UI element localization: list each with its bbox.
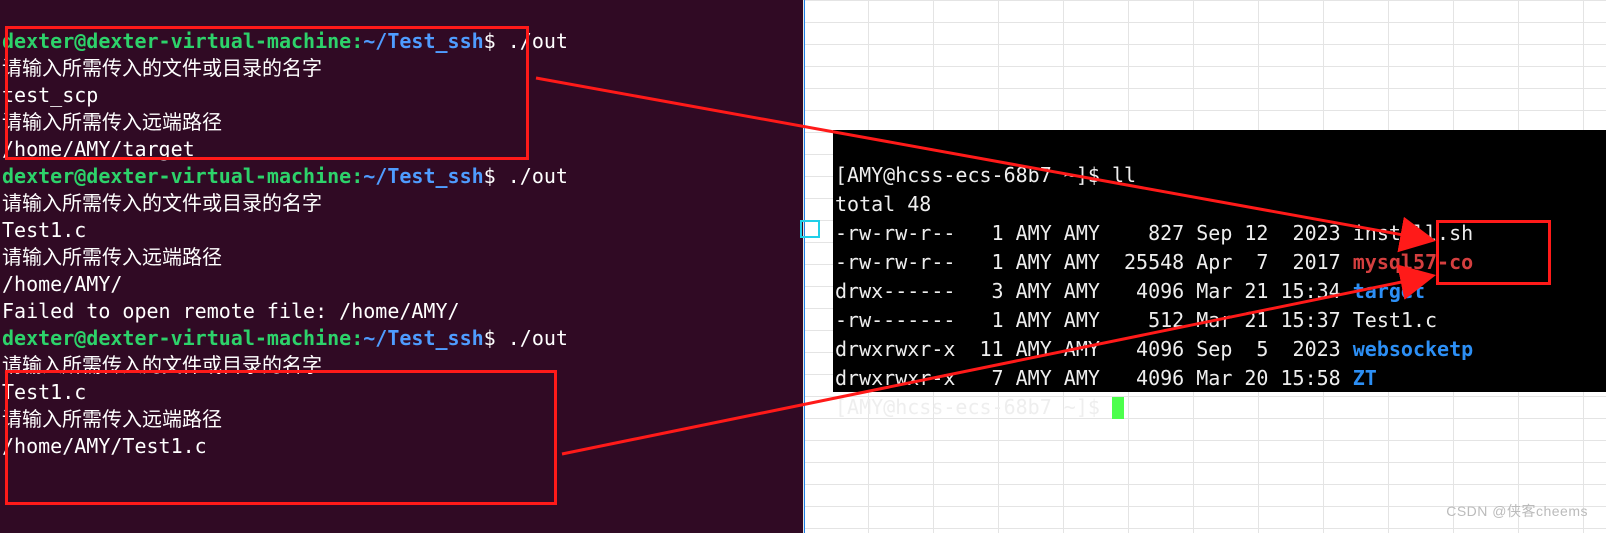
- prompt-user: dexter@dexter-virtual-machine: [2, 326, 351, 350]
- prompt-sep: :: [351, 164, 363, 188]
- ask-path-2: 请输入所需传入远端路径: [2, 245, 222, 269]
- ls-rows: -rw-rw-r-- 1 AMY AMY 827 Sep 12 2023 ins…: [835, 221, 1473, 390]
- file-dir: target: [1353, 279, 1425, 303]
- total-line: total 48: [835, 192, 931, 216]
- cursor-block: [1112, 397, 1124, 419]
- cmd-ll: ll: [1112, 163, 1136, 187]
- annotation-box-3: [1436, 220, 1551, 285]
- error-text: Failed to open remote file: /home/AMY/: [2, 299, 460, 323]
- input-file-2: Test1.c: [2, 218, 86, 242]
- file-plain: Test1.c: [1353, 308, 1437, 332]
- prompt-dollar: $: [484, 326, 496, 350]
- file-dir: websocketp: [1353, 337, 1473, 361]
- prompt-path: ~/Test_ssh: [363, 164, 483, 188]
- input-path-2: /home/AMY/: [2, 272, 122, 296]
- cmd-text: ./out: [508, 164, 568, 188]
- annotation-box-cyan: [800, 220, 820, 238]
- watermark: CSDN @侠客cheems: [1446, 501, 1588, 521]
- column-divider: [804, 0, 805, 533]
- prompt-path: ~/Test_ssh: [363, 326, 483, 350]
- annotation-box-1: [5, 26, 529, 160]
- file-dir: ZT: [1353, 366, 1377, 390]
- prompt-dollar: $: [484, 164, 496, 188]
- ask-file-2: 请输入所需传入的文件或目录的名字: [2, 191, 322, 215]
- cmd-text: ./out: [508, 326, 568, 350]
- prompt-user: dexter@dexter-virtual-machine: [2, 164, 351, 188]
- annotation-box-2: [5, 370, 557, 505]
- prompt-sep: :: [351, 326, 363, 350]
- prompt-right: [AMY@hcss-ecs-68b7 ~]$: [835, 163, 1100, 187]
- prompt-right: [AMY@hcss-ecs-68b7 ~]$: [835, 395, 1100, 419]
